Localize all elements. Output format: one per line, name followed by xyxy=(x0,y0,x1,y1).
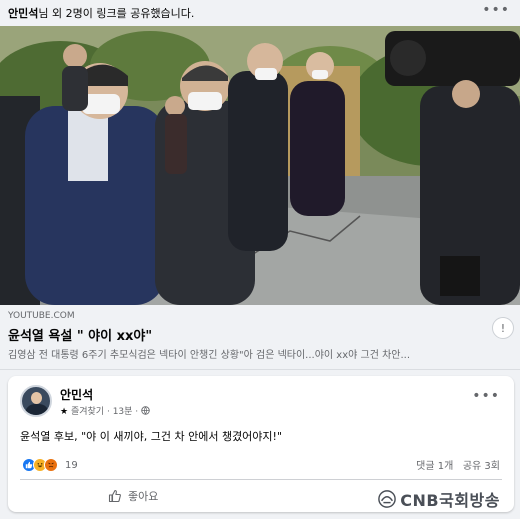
reaction-count: 19 xyxy=(65,459,78,471)
comments-count[interactable]: 댓글 1개 xyxy=(416,461,453,472)
post-timestamp[interactable]: 13분 xyxy=(113,407,133,417)
link-source: YOUTUBE.COM xyxy=(8,311,75,321)
share-text: 안민석님 외 2명이 링크를 공유했습니다. xyxy=(8,5,194,21)
like-label: 좋아요 xyxy=(128,490,159,503)
thumbs-up-icon xyxy=(108,489,121,503)
reactions-summary[interactable]: 19 xyxy=(22,457,78,473)
like-button[interactable]: 좋아요 xyxy=(108,486,158,506)
post-author[interactable]: 안민석 xyxy=(60,386,93,403)
globe-icon xyxy=(141,406,150,415)
share-text-rest: 님 외 2명이 링크를 공유했습니다. xyxy=(38,7,195,20)
link-description: 김영삼 전 대통령 6주기 추모식검은 넥타이 안챙긴 상황"아 검은 넥타이.… xyxy=(8,350,411,361)
shares-count[interactable]: 공유 3회 xyxy=(463,461,500,472)
avatar[interactable] xyxy=(20,385,52,417)
engagement-counts: 댓글 1개 공유 3회 xyxy=(416,457,500,472)
watermark-text: CNB국회방송 xyxy=(400,491,500,510)
share-actor-link[interactable]: 안민석 xyxy=(8,7,38,20)
link-preview-meta[interactable]: YOUTUBE.COM 윤석열 욕설 " 야이 xx야" 김영삼 전 대통령 6… xyxy=(0,305,520,370)
shared-link-card[interactable]: YOUTUBE.COM 윤석열 욕설 " 야이 xx야" 김영삼 전 대통령 6… xyxy=(0,26,520,370)
link-preview-image[interactable] xyxy=(0,26,520,305)
broadcaster-watermark: CNB국회방송 xyxy=(378,487,500,511)
cnb-logo-icon xyxy=(378,490,397,508)
post-text: 윤석열 후보, "야 이 새끼야, 그건 차 안에서 챙겼어야지!" xyxy=(20,430,283,443)
share-header: 안민석님 외 2명이 링크를 공유했습니다. ••• xyxy=(0,0,520,26)
link-title[interactable]: 윤석열 욕설 " 야이 xx야" xyxy=(8,325,152,344)
star-icon: ★ xyxy=(60,407,69,417)
angry-reaction-icon xyxy=(44,458,58,472)
favorites-label[interactable]: 즐겨찾기 xyxy=(71,407,104,417)
divider xyxy=(20,479,502,480)
post-meta: ★ 즐겨찾기 · 13분 · xyxy=(60,404,150,417)
more-options-icon[interactable]: ••• xyxy=(482,2,510,18)
post-more-icon[interactable]: ••• xyxy=(472,388,500,404)
info-icon[interactable]: ! xyxy=(492,317,514,339)
